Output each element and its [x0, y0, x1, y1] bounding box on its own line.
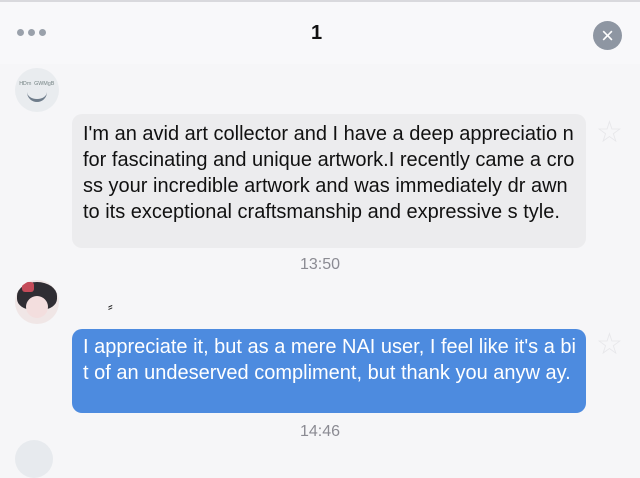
avatar-face — [26, 296, 48, 318]
close-icon[interactable]: × — [593, 21, 622, 50]
outgoing-message-bubble[interactable]: I appreciate it, but as a mere NAI user,… — [72, 329, 586, 413]
chat-header: 1 × — [0, 0, 640, 64]
chat-title: 1 — [311, 22, 323, 44]
sender-avatar[interactable]: ᴴᴰᵐ ᴳᵂᴹᵍᴮ — [15, 68, 59, 112]
more-dots-icon[interactable] — [17, 29, 46, 36]
dot — [17, 29, 24, 36]
smile-icon — [27, 90, 47, 102]
user-avatar[interactable] — [15, 280, 59, 324]
avatar-bow — [22, 282, 34, 292]
message-text: I appreciate it, but as a mere NAI user,… — [83, 336, 576, 384]
avatar-text: ᴴᴰᵐ ᴳᵂᴹᵍᴮ — [19, 80, 55, 89]
sender-name: ⸗ — [108, 298, 113, 314]
incoming-message-bubble[interactable]: I'm an avid art collector and I have a d… — [72, 114, 586, 248]
next-avatar[interactable] — [15, 440, 53, 478]
message-timestamp: 13:50 — [299, 256, 341, 273]
star-icon[interactable]: ☆ — [596, 118, 628, 150]
dot — [39, 29, 46, 36]
message-timestamp: 14:46 — [299, 423, 341, 440]
message-text: I'm an avid art collector and I have a d… — [83, 123, 575, 223]
star-icon[interactable]: ☆ — [596, 330, 628, 362]
dot — [28, 29, 35, 36]
